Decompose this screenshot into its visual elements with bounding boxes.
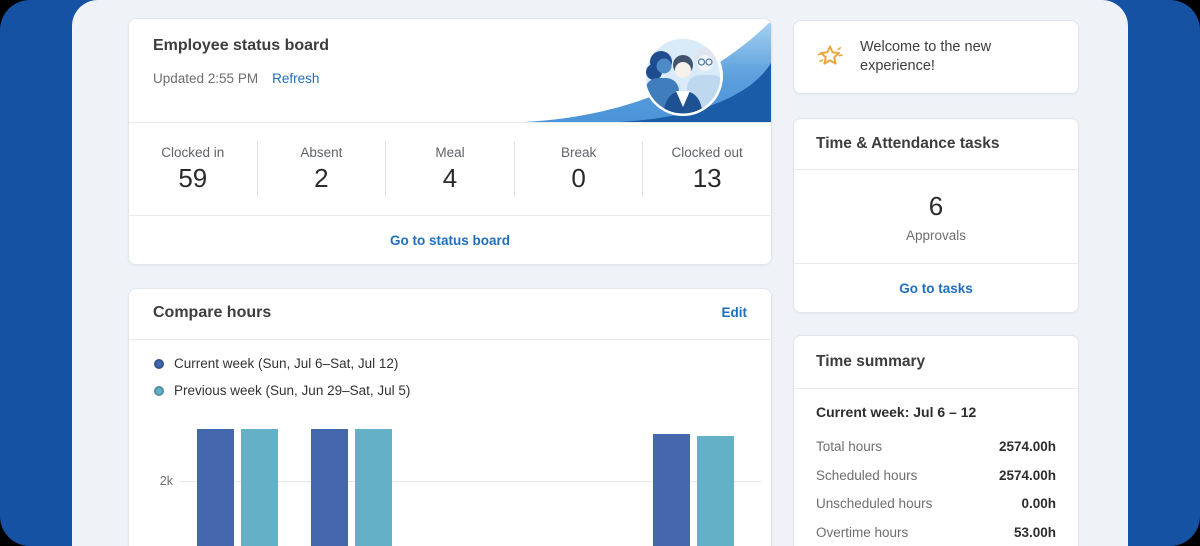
stat-value: 2 <box>314 162 329 193</box>
summary-row-unscheduled-hours: Unscheduled hours 0.00h <box>816 496 1056 511</box>
summary-row-scheduled-hours: Scheduled hours 2574.00h <box>816 468 1056 483</box>
bar-current-week <box>197 428 234 546</box>
app-background: Employee status board Updated 2:55 PM Ref… <box>0 0 1200 546</box>
status-board-title: Employee status board <box>153 37 330 54</box>
time-summary-title: Time summary <box>816 353 926 370</box>
row-value: 2574.00h <box>998 439 1056 454</box>
dashboard-panel: Employee status board Updated 2:55 PM Ref… <box>72 0 1128 546</box>
row-value: 53.00h <box>1013 524 1056 540</box>
status-board-header: Employee status board Updated 2:55 PM Ref… <box>129 19 771 122</box>
tasks-card-title: Time & Attendance tasks <box>816 135 1000 152</box>
time-attendance-tasks-card: Time & Attendance tasks 6 Approvals Go t… <box>793 118 1079 313</box>
updated-timestamp: Updated 2:55 PM <box>153 71 259 86</box>
time-summary-body: Current week: Jul 6 – 12 Total hours 257… <box>794 389 1078 540</box>
bar-previous-week <box>697 435 734 546</box>
stat-label: Clocked out <box>671 144 743 160</box>
time-summary-card: Time summary Current week: Jul 6 – 12 To… <box>793 335 1079 546</box>
stat-value: 4 <box>442 162 458 193</box>
row-label: Overtime hours <box>816 524 909 540</box>
tasks-summary: 6 Approvals <box>794 170 1078 263</box>
refresh-link[interactable]: Refresh <box>272 71 319 86</box>
bar-current-week <box>311 428 348 546</box>
row-label: Unscheduled hours <box>816 496 933 511</box>
welcome-banner-card: Welcome to the new experience! <box>793 20 1079 94</box>
star-burst-icon <box>817 45 843 65</box>
bar-previous-week <box>241 429 278 546</box>
approvals-label: Approvals <box>905 227 967 243</box>
welcome-message: Welcome to the new experience! <box>860 39 992 74</box>
summary-row-overtime-hours: Overtime hours 53.00h <box>816 525 1056 540</box>
stat-meal: Meal 4 <box>386 123 514 215</box>
stat-clocked-in: Clocked in 59 <box>129 123 257 215</box>
stat-clocked-out: Clocked out 13 <box>643 123 771 215</box>
row-label: Total hours <box>816 439 883 454</box>
go-to-tasks-link[interactable]: Go to tasks <box>899 281 973 296</box>
row-value: 2574.00h <box>998 467 1056 483</box>
stat-label: Meal <box>435 144 465 160</box>
status-stats-row: Clocked in 59 Absent 2 Meal 4 Break 0 Cl… <box>129 123 771 215</box>
compare-hours-card: Compare hours Edit Current week (Sun, Ju… <box>128 288 772 546</box>
employee-status-board-card: Employee status board Updated 2:55 PM Ref… <box>128 18 772 265</box>
summary-row-total-hours: Total hours 2574.00h <box>816 439 1056 454</box>
approvals-count: 6 <box>928 190 944 221</box>
stat-value: 59 <box>178 162 208 193</box>
bar-chart-plot-area <box>129 289 771 546</box>
row-value: 0.00h <box>1021 496 1056 511</box>
bar-previous-week <box>355 429 392 546</box>
go-to-status-board-link[interactable]: Go to status board <box>390 233 510 248</box>
stat-value: 0 <box>571 162 586 193</box>
stat-value: 13 <box>692 162 722 193</box>
stat-absent: Absent 2 <box>258 123 386 215</box>
bar-current-week <box>653 433 690 546</box>
stat-label: Clocked in <box>161 144 225 160</box>
stat-label: Absent <box>300 144 343 160</box>
stat-label: Break <box>560 144 597 160</box>
stat-break: Break 0 <box>515 123 643 215</box>
row-label: Scheduled hours <box>816 467 918 483</box>
current-week-period: Current week: Jul 6 – 12 <box>816 404 977 420</box>
